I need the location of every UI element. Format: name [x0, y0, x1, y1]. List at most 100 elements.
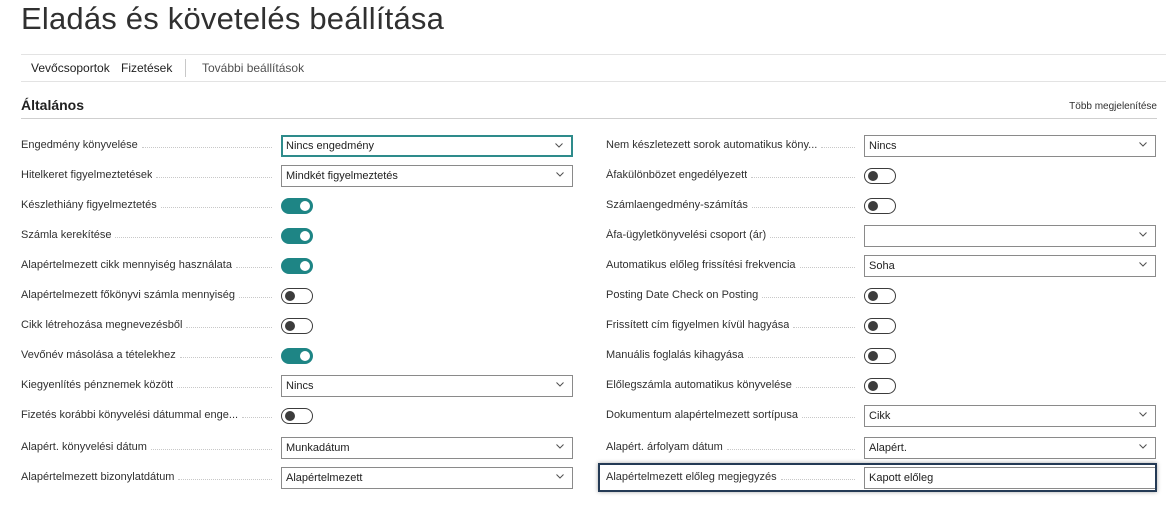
- field-label-left-1: Hitelkeret figyelmeztetések: [21, 169, 153, 181]
- toggle-right-2[interactable]: [864, 198, 896, 214]
- toggle-knob: [868, 351, 878, 361]
- select-right-10[interactable]: Alapért.: [864, 437, 1156, 459]
- toggle-knob: [300, 351, 310, 361]
- leader-dots-right-8: [796, 387, 855, 388]
- toggle-knob: [300, 201, 310, 211]
- toggle-right-8[interactable]: [864, 378, 896, 394]
- select-value-left-11: Alapértelmezett: [286, 472, 363, 484]
- select-right-0[interactable]: Nincs: [864, 135, 1156, 157]
- leader-dots-right-5: [762, 297, 855, 298]
- show-more-link[interactable]: Több megjelenítése: [1069, 101, 1157, 112]
- field-label-right-7: Manuális foglalás kihagyása: [606, 349, 744, 361]
- toggle-knob: [868, 321, 878, 331]
- field-label-right-10: Alapért. árfolyam dátum: [606, 441, 723, 453]
- toggle-left-6[interactable]: [281, 318, 313, 334]
- payments-action[interactable]: Fizetések: [121, 61, 172, 75]
- select-left-1[interactable]: Mindkét figyelmeztetés: [281, 165, 573, 187]
- toggle-left-9[interactable]: [281, 408, 313, 424]
- leader-dots-right-4: [800, 267, 855, 268]
- select-value-left-10: Munkadátum: [286, 442, 350, 454]
- leader-dots-right-10: [727, 449, 855, 450]
- select-left-8[interactable]: Nincs: [281, 375, 573, 397]
- leader-dots-right-2: [752, 207, 855, 208]
- select-right-9[interactable]: Cikk: [864, 405, 1156, 427]
- customer-groups-action[interactable]: Vevőcsoportok: [31, 61, 110, 75]
- toggle-left-4[interactable]: [281, 258, 313, 274]
- more-settings-action[interactable]: További beállítások: [202, 61, 304, 75]
- field-label-right-8: Előlegszámla automatikus könyvelése: [606, 379, 792, 391]
- leader-dots-left-6: [186, 327, 272, 328]
- field-label-right-6: Frissített cím figyelmen kívül hagyása: [606, 319, 790, 331]
- highlight-frame: [598, 463, 1157, 492]
- leader-dots-left-2: [161, 207, 272, 208]
- field-label-left-11: Alapértelmezett bizonylatdátum: [21, 471, 175, 483]
- field-label-right-0: Nem készletezett sorok automatikus köny.…: [606, 139, 818, 151]
- field-label-left-4: Alapértelmezett cikk mennyiség használat…: [21, 259, 232, 271]
- select-value-right-4: Soha: [869, 260, 895, 272]
- section-divider: [21, 118, 1157, 119]
- toggle-knob: [868, 201, 878, 211]
- leader-dots-right-9: [802, 417, 855, 418]
- toggle-right-6[interactable]: [864, 318, 896, 334]
- select-value-right-9: Cikk: [869, 410, 891, 422]
- toggle-knob: [300, 231, 310, 241]
- field-label-right-1: Áfakülönbözet engedélyezett: [606, 169, 748, 181]
- toggle-left-3[interactable]: [281, 228, 313, 244]
- select-value-right-0: Nincs: [869, 140, 897, 152]
- field-label-left-3: Számla kerekítése: [21, 229, 112, 241]
- toggle-right-5[interactable]: [864, 288, 896, 304]
- field-label-left-8: Kiegyenlítés pénznemek között: [21, 379, 174, 391]
- field-label-right-4: Automatikus előleg frissítési frekvencia: [606, 259, 796, 271]
- toggle-left-5[interactable]: [281, 288, 313, 304]
- field-label-left-7: Vevőnév másolása a tételekhez: [21, 349, 176, 361]
- leader-dots-right-6: [793, 327, 855, 328]
- toggle-right-1[interactable]: [864, 168, 896, 184]
- leader-dots-left-7: [180, 357, 272, 358]
- leader-dots-left-8: [177, 387, 272, 388]
- leader-dots-right-3: [770, 237, 855, 238]
- select-right-3[interactable]: [864, 225, 1156, 247]
- select-right-4[interactable]: Soha: [864, 255, 1156, 277]
- select-left-10[interactable]: Munkadátum: [281, 437, 573, 459]
- leader-dots-left-0: [142, 147, 272, 148]
- select-left-11[interactable]: Alapértelmezett: [281, 467, 573, 489]
- field-label-right-9: Dokumentum alapértelmezett sortípusa: [606, 409, 798, 421]
- field-label-left-2: Készlethiány figyelmeztetés: [21, 199, 157, 211]
- field-label-left-0: Engedmény könyvelése: [21, 139, 138, 151]
- field-label-right-5: Posting Date Check on Posting: [606, 289, 759, 301]
- leader-dots-left-4: [236, 267, 272, 268]
- toggle-knob: [300, 261, 310, 271]
- toggle-knob: [285, 291, 295, 301]
- toggle-knob: [285, 321, 295, 331]
- leader-dots-left-11: [178, 479, 272, 480]
- toggle-knob: [868, 171, 878, 181]
- toggle-right-7[interactable]: [864, 348, 896, 364]
- action-bar: Vevőcsoportok Fizetések További beállítá…: [21, 54, 1166, 82]
- select-left-0[interactable]: Nincs engedmény: [281, 135, 573, 157]
- page-title: Eladás és követelés beállítása: [21, 1, 445, 36]
- leader-dots-right-7: [748, 357, 855, 358]
- select-value-left-1: Mindkét figyelmeztetés: [286, 170, 398, 182]
- toggle-left-2[interactable]: [281, 198, 313, 214]
- toggle-knob: [285, 411, 295, 421]
- leader-dots-right-0: [821, 147, 855, 148]
- select-value-left-8: Nincs: [286, 380, 314, 392]
- leader-dots-left-10: [151, 449, 272, 450]
- action-separator: [185, 59, 186, 77]
- field-label-right-2: Számlaengedmény-számítás: [606, 199, 748, 211]
- leader-dots-left-9: [242, 417, 272, 418]
- field-label-left-6: Cikk létrehozása megnevezésből: [21, 319, 183, 331]
- leader-dots-right-1: [751, 177, 855, 178]
- select-value-left-0: Nincs engedmény: [286, 140, 375, 152]
- leader-dots-left-5: [239, 297, 272, 298]
- select-value-right-10: Alapért.: [869, 442, 907, 454]
- toggle-knob: [868, 381, 878, 391]
- section-title-general[interactable]: Általános: [21, 97, 84, 113]
- field-label-left-9: Fizetés korábbi könyvelési dátummal enge…: [21, 409, 239, 421]
- field-label-right-3: Áfa-ügyletkönyvelési csoport (ár): [606, 229, 767, 241]
- leader-dots-left-1: [156, 177, 272, 178]
- leader-dots-left-3: [115, 237, 272, 238]
- field-label-left-10: Alapért. könyvelési dátum: [21, 441, 147, 453]
- toggle-knob: [868, 291, 878, 301]
- toggle-left-7[interactable]: [281, 348, 313, 364]
